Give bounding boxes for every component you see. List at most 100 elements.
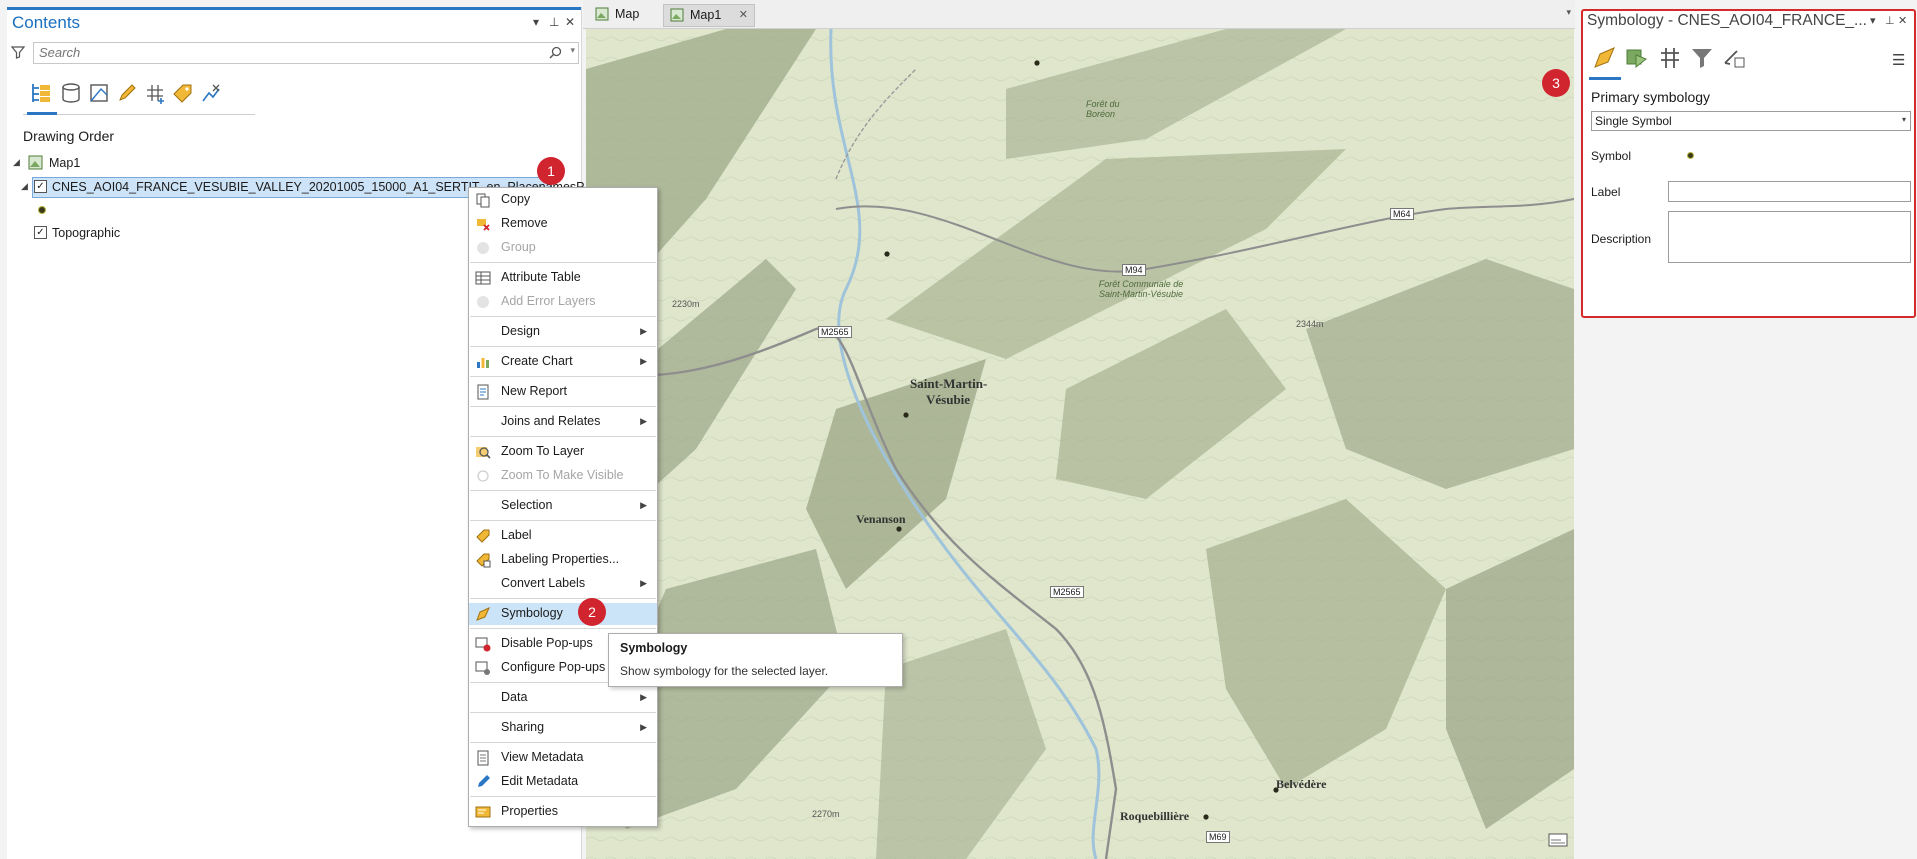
layer-symbol-swatch[interactable] [38, 206, 46, 214]
expand-map-chevron-icon[interactable]: ◢ [13, 157, 20, 168]
menu-item-add-error-layers[interactable]: Add Error Layers [469, 291, 657, 313]
submenu-arrow-icon: ▶ [640, 416, 647, 426]
basemap-visibility-checkbox[interactable]: ✓ [34, 226, 47, 239]
menu-separator [470, 376, 656, 377]
tab-map1-label: Map1 [690, 8, 722, 22]
symbology-icon [476, 607, 490, 621]
menu-item-create-chart[interactable]: Create Chart ▶ [469, 351, 657, 373]
map-tab-icon [595, 7, 609, 21]
map-overview-icon[interactable] [1548, 832, 1568, 848]
menu-item-attribute-table[interactable]: Attribute Table [469, 267, 657, 289]
menu-item-copy[interactable]: Copy [469, 189, 657, 211]
menu-separator [470, 406, 656, 407]
properties-icon [475, 806, 491, 818]
menu-item-zoom-to-make-visible[interactable]: Zoom To Make Visible [469, 465, 657, 487]
menu-item-design[interactable]: Design ▶ [469, 321, 657, 343]
menu-item-label[interactable]: Label [469, 525, 657, 547]
search-options-chevron-icon[interactable]: ▾ [570, 45, 575, 56]
map1-tab-icon [670, 8, 684, 22]
tree-basemap-name[interactable]: Topographic [52, 226, 120, 240]
contents-view-toolbar [23, 77, 255, 115]
menu-separator [470, 346, 656, 347]
remove-icon [477, 219, 490, 231]
pane-accent-bar [7, 7, 581, 10]
disable-popups-icon [475, 637, 491, 652]
menu-separator [470, 490, 656, 491]
menu-item-labeling-properties[interactable]: Labeling Properties... [469, 549, 657, 571]
primary-symbology-tab-icon[interactable] [1592, 45, 1618, 71]
pane-options-chevron-icon[interactable]: ▾ [1870, 14, 1876, 27]
menu-item-new-report[interactable]: New Report [469, 381, 657, 403]
topographic-map[interactable] [586, 29, 1574, 859]
menu-item-remove[interactable]: Remove [469, 213, 657, 235]
search-field[interactable]: ▾ [33, 42, 579, 64]
road-shield: M2565 [818, 326, 852, 338]
description-textarea[interactable] [1668, 211, 1911, 263]
labeling-properties-icon [476, 553, 491, 568]
layer-visibility-checkbox[interactable]: ✓ [34, 180, 47, 193]
symbol-swatch[interactable] [1687, 152, 1694, 159]
vary-symbology-tab-icon[interactable] [1624, 45, 1650, 71]
pin-icon[interactable]: ⊥ [549, 15, 559, 29]
menu-separator [470, 628, 656, 629]
menu-item-properties[interactable]: Properties [469, 801, 657, 823]
close-icon[interactable]: ✕ [565, 15, 575, 29]
submenu-arrow-icon: ▶ [640, 356, 647, 366]
list-by-selection-icon[interactable] [87, 81, 111, 105]
list-perspective-imagery-icon[interactable] [199, 81, 223, 105]
map-view[interactable]: Saint-Martin- Vésubie Venanson Belvédère… [586, 29, 1574, 859]
search-input[interactable] [34, 43, 524, 61]
road-shield: M69 [1206, 831, 1230, 843]
map-label-town: Roquebillière [1120, 809, 1190, 823]
pin-icon[interactable]: ⊥ [1885, 14, 1895, 27]
menu-item-zoom-to-layer[interactable]: Zoom To Layer [469, 441, 657, 463]
dropdown-chevron-icon[interactable]: ▾ [1902, 115, 1906, 124]
menu-item-edit-metadata[interactable]: Edit Metadata [469, 771, 657, 793]
filter-icon[interactable] [11, 45, 25, 59]
tooltip-title: Symbology [620, 641, 688, 655]
menu-item-sharing[interactable]: Sharing ▶ [469, 717, 657, 739]
menu-item-selection[interactable]: Selection ▶ [469, 495, 657, 517]
list-by-labeling-icon[interactable] [171, 81, 195, 105]
menu-item-symbology[interactable]: Symbology [469, 603, 657, 625]
tab-overflow-chevron-icon[interactable]: ▾ [1566, 7, 1571, 18]
menu-item-group[interactable]: Group [469, 237, 657, 259]
search-icon[interactable] [549, 46, 562, 59]
list-by-snapping-icon[interactable] [143, 81, 167, 105]
menu-separator [470, 262, 656, 263]
list-by-source-icon[interactable] [59, 81, 83, 105]
tab-map-label: Map [615, 7, 640, 21]
expand-layer-chevron-icon[interactable]: ◢ [21, 181, 28, 192]
tree-map-name[interactable]: Map1 [49, 156, 80, 170]
chart-icon [477, 358, 489, 368]
forest-label: Forêt Communale de Saint-Martin-Vésubie [1098, 279, 1184, 299]
display-filters-tab-icon[interactable] [1689, 45, 1715, 71]
list-by-drawing-order-icon[interactable] [29, 81, 53, 105]
close-icon[interactable]: ✕ [1898, 14, 1907, 27]
elevation-label: 2230m [672, 299, 700, 309]
tab-map1[interactable]: Map1 ✕ [663, 4, 755, 27]
menu-item-convert-labels[interactable]: Convert Labels ▶ [469, 573, 657, 595]
symbol-layer-drawing-tab-icon[interactable] [1657, 45, 1683, 71]
additional-symbology-tab-icon[interactable] [1721, 45, 1747, 71]
menu-hamburger-icon[interactable]: ☰ [1892, 51, 1905, 69]
label-input[interactable] [1668, 181, 1911, 202]
road-shield: M2565 [1050, 586, 1084, 598]
map-label-town: Belvédère [1276, 777, 1327, 791]
tab-close-icon[interactable]: ✕ [739, 5, 748, 26]
road-shield: M64 [1390, 208, 1414, 220]
map-tab-bar: Map Map1 ✕ ▾ [583, 0, 1575, 29]
zoom-to-layer-icon [476, 447, 491, 459]
primary-symbology-heading: Primary symbology [1591, 89, 1711, 105]
pane-options-chevron-icon[interactable]: ▾ [533, 15, 539, 29]
menu-item-data[interactable]: Data ▶ [469, 687, 657, 709]
menu-separator [470, 712, 656, 713]
menu-item-joins-and-relates[interactable]: Joins and Relates ▶ [469, 411, 657, 433]
primary-symbology-select[interactable]: Single Symbol ▾ [1591, 111, 1911, 131]
step-badge: 3 [1542, 69, 1570, 97]
map-label-town: Vésubie [926, 392, 971, 407]
elevation-label: 2270m [812, 809, 840, 819]
list-by-editing-icon[interactable] [115, 81, 139, 105]
tab-map[interactable]: Map [589, 4, 669, 25]
menu-item-view-metadata[interactable]: View Metadata [469, 747, 657, 769]
